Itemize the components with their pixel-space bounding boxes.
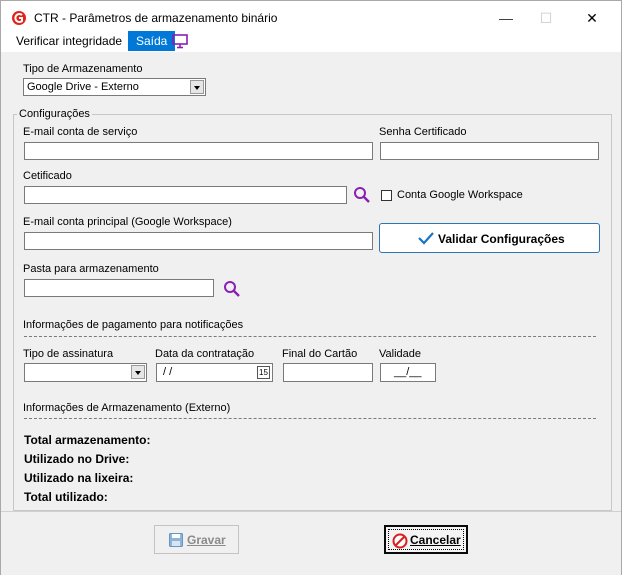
cancel-icon xyxy=(392,533,408,549)
cancel-label: Cancelar xyxy=(410,533,461,547)
workspace-checkbox[interactable] xyxy=(381,190,392,201)
check-icon xyxy=(418,232,434,245)
title-bar: CTR - Parâmetros de armazenamento binári… xyxy=(1,1,621,35)
main-email-label: E-mail conta principal (Google Workspace… xyxy=(23,216,232,228)
footer-bar xyxy=(1,511,621,575)
validity-label: Validade xyxy=(379,348,421,360)
validity-value: __/__ xyxy=(394,366,422,378)
service-email-label: E-mail conta de serviço xyxy=(23,126,138,138)
certificate-label: Cetificado xyxy=(23,170,72,182)
validate-config-label: Validar Configurações xyxy=(438,232,565,246)
app-logo-icon xyxy=(12,11,26,25)
menu-verify-integrity[interactable]: Verificar integridade xyxy=(16,34,122,48)
menu-exit[interactable]: Saída xyxy=(128,31,176,51)
storage-type-label: Tipo de Armazenamento xyxy=(23,63,143,75)
validity-input[interactable]: __/__ xyxy=(380,363,436,382)
subscription-label: Tipo de assinatura xyxy=(23,348,114,360)
save-disk-icon xyxy=(169,533,183,547)
card-end-label: Final do Cartão xyxy=(282,348,358,360)
folder-label: Pasta para armazenamento xyxy=(23,263,159,275)
used-trash-label: Utilizado na lixeira: xyxy=(24,471,134,485)
monitor-icon[interactable] xyxy=(172,34,188,49)
certificate-input[interactable] xyxy=(24,186,347,204)
workspace-checkbox-label: Conta Google Workspace xyxy=(397,189,523,201)
storage-info-separator xyxy=(24,418,596,419)
config-group-title: Configurações xyxy=(17,108,92,120)
cert-password-label: Senha Certificado xyxy=(379,126,467,138)
payment-separator xyxy=(24,336,596,337)
storage-type-select[interactable]: Google Drive - Externo xyxy=(23,78,206,96)
cancel-button[interactable]: Cancelar xyxy=(384,525,468,554)
menu-bar: Verificar integridade Saída xyxy=(1,31,621,52)
storage-type-value: Google Drive - Externo xyxy=(27,81,139,93)
dialog-window: CTR - Parâmetros de armazenamento binári… xyxy=(0,0,622,575)
folder-input[interactable] xyxy=(24,279,214,297)
service-email-input[interactable] xyxy=(24,142,373,160)
main-email-input[interactable] xyxy=(24,232,373,250)
validate-config-button[interactable]: Validar Configurações xyxy=(379,223,600,253)
close-button[interactable]: ✕ xyxy=(569,6,615,30)
used-drive-label: Utilizado no Drive: xyxy=(24,452,130,466)
save-button[interactable]: Gravar xyxy=(154,525,239,554)
calendar-day: 15 xyxy=(259,368,268,377)
total-used-label: Total utilizado: xyxy=(24,490,108,504)
contract-date-input[interactable]: / / 15 xyxy=(156,363,273,382)
window-title: CTR - Parâmetros de armazenamento binári… xyxy=(34,11,278,25)
certificate-search-icon[interactable] xyxy=(353,186,371,204)
calendar-icon[interactable]: 15 xyxy=(257,366,270,379)
card-end-input[interactable] xyxy=(283,363,373,382)
total-storage-label: Total armazenamento: xyxy=(24,433,151,447)
maximize-button[interactable]: ☐ xyxy=(523,6,569,30)
chevron-down-icon[interactable] xyxy=(190,80,204,94)
save-label: Gravar xyxy=(187,533,226,547)
storage-info-label: Informações de Armazenamento (Externo) xyxy=(23,402,231,414)
contract-date-value: / / xyxy=(163,366,173,378)
chevron-down-icon[interactable] xyxy=(131,365,145,379)
subscription-select[interactable] xyxy=(24,363,147,382)
cert-password-input[interactable] xyxy=(380,142,599,160)
payment-section-label: Informações de pagamento para notificaçõ… xyxy=(23,319,244,331)
contract-date-label: Data da contratação xyxy=(155,348,255,360)
folder-search-icon[interactable] xyxy=(223,280,241,298)
